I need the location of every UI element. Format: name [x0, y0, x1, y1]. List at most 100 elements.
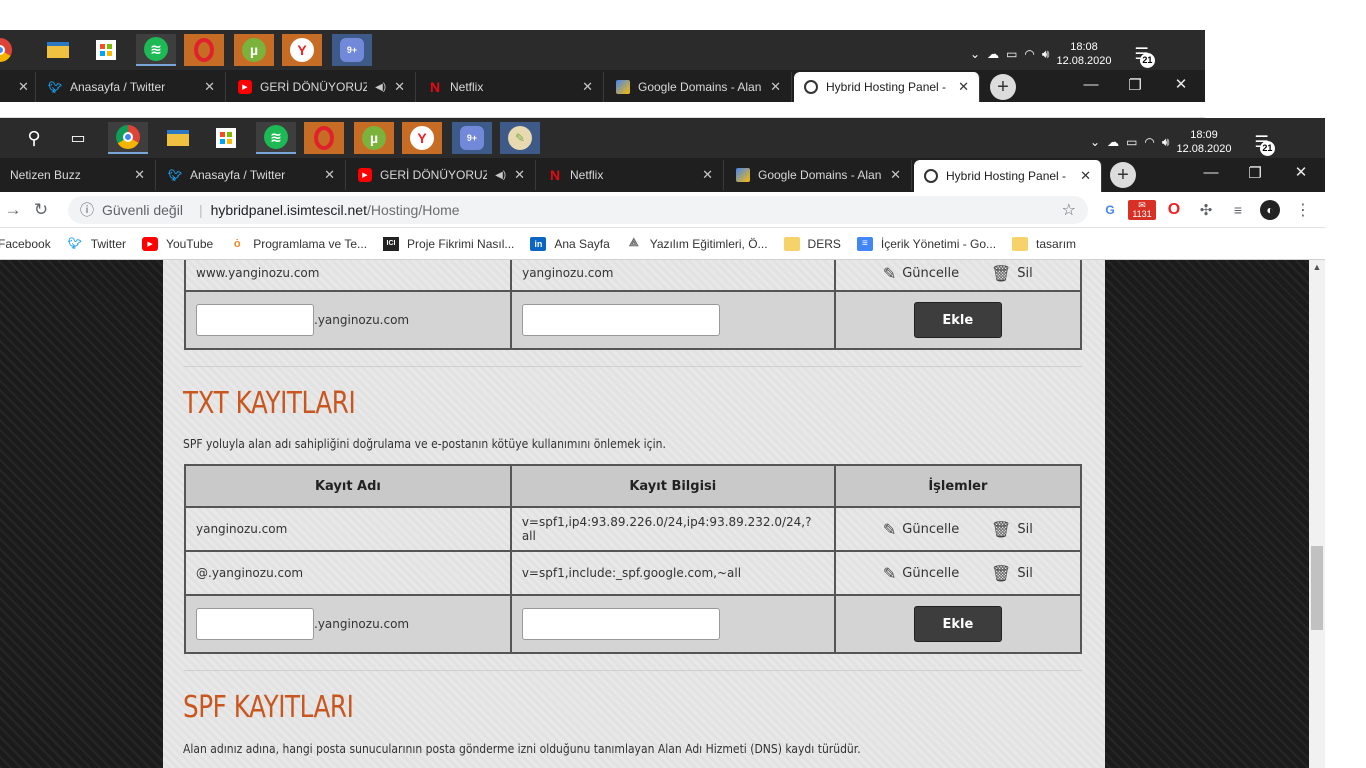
tab-youtube[interactable]: ▶ GERİ DÖNÜYORUZ! ◀) ✕: [348, 160, 536, 190]
bookmark-youtube[interactable]: ▶ YouTube: [142, 236, 213, 251]
close-icon[interactable]: ✕: [18, 79, 29, 95]
minimize-button[interactable]: —: [1068, 76, 1114, 93]
audio-icon[interactable]: ◀): [375, 82, 386, 93]
battery-icon[interactable]: ▭: [1006, 47, 1017, 61]
onedrive-icon[interactable]: ☁: [1107, 135, 1119, 149]
tab-twitter[interactable]: 🐦︎ Anasayfa / Twitter ✕: [158, 160, 346, 190]
new-tab-button[interactable]: +: [990, 74, 1016, 100]
discord-taskbar-icon[interactable]: 9+: [332, 34, 372, 66]
update-button[interactable]: ✎ Güncelle: [883, 520, 959, 539]
back-tab-partial[interactable]: ✕: [0, 72, 36, 102]
bookmark-folder-ders[interactable]: DERS: [783, 236, 841, 251]
opera-extension-icon[interactable]: O: [1164, 200, 1184, 220]
close-icon[interactable]: ✕: [890, 167, 901, 183]
wifi-icon[interactable]: ◠: [1024, 47, 1034, 61]
back-tab-google-domains[interactable]: Google Domains - Alan ✕: [606, 72, 792, 102]
back-tab-twitter[interactable]: 🐦︎ Anasayfa / Twitter ✕: [38, 72, 226, 102]
utorrent-taskbar-icon[interactable]: µ: [234, 34, 274, 66]
bookmark-twitter[interactable]: 🐦︎ Twitter: [67, 237, 126, 251]
add-button[interactable]: Ekle: [913, 302, 1002, 338]
bookmark-programlama[interactable]: ȯ Programlama ve Te...: [229, 237, 367, 251]
chrome-taskbar-icon[interactable]: [0, 34, 20, 66]
opera-taskbar-icon[interactable]: [184, 34, 224, 66]
delete-button[interactable]: 🗑︎ Sil: [991, 520, 1033, 539]
new-tab-button[interactable]: +: [1110, 162, 1136, 188]
tab-netflix[interactable]: N Netflix ✕: [538, 160, 724, 190]
discord-taskbar-icon[interactable]: 9+: [452, 122, 492, 154]
value-input[interactable]: [521, 608, 720, 640]
extensions-puzzle-icon[interactable]: ✣: [1196, 200, 1216, 220]
close-icon[interactable]: ✕: [1080, 168, 1091, 184]
store-taskbar-icon[interactable]: [86, 34, 126, 66]
bookmark-star-icon[interactable]: ☆: [1062, 200, 1076, 220]
back-tab-netflix[interactable]: N Netflix ✕: [418, 72, 604, 102]
subdomain-input[interactable]: [196, 304, 314, 336]
chevron-up-icon[interactable]: ⌄: [970, 47, 980, 61]
bookmark-folder-tasarim[interactable]: tasarım: [1012, 236, 1076, 251]
volume-icon[interactable]: 🔊︎: [1162, 135, 1170, 150]
onedrive-icon[interactable]: ☁: [987, 47, 999, 61]
bookmark-facebook[interactable]: Facebook: [0, 237, 51, 251]
vertical-scrollbar[interactable]: [1309, 260, 1325, 768]
audio-icon[interactable]: ◀): [495, 170, 506, 181]
action-center-icon[interactable]: ☰21: [1135, 44, 1155, 68]
opera-taskbar-icon[interactable]: [304, 122, 344, 154]
url-bar[interactable]: ⓘ Güvenli değil | hybridpanel.isimtescil…: [68, 196, 1088, 224]
scrollbar-thumb[interactable]: [1311, 546, 1323, 630]
subdomain-input[interactable]: [196, 608, 314, 640]
search-icon[interactable]: ⚲: [14, 122, 54, 154]
back-tab-hybrid[interactable]: Hybrid Hosting Panel - ✕: [794, 72, 980, 102]
translate-extension-icon[interactable]: G: [1100, 200, 1120, 220]
tab-netizen-buzz[interactable]: Netizen Buzz ✕: [0, 160, 156, 190]
value-input[interactable]: [522, 304, 721, 336]
utorrent-taskbar-icon[interactable]: µ: [354, 122, 394, 154]
bookmark-yazilim[interactable]: ⟁ Yazılım Eğitimleri, Ö...: [626, 237, 768, 251]
security-label[interactable]: Güvenli değil: [102, 202, 183, 218]
chevron-up-icon[interactable]: ⌄: [1090, 135, 1100, 149]
spotify-taskbar-icon[interactable]: ≋: [256, 122, 296, 154]
bookmark-icerik-yonetimi[interactable]: ≡ İçerik Yönetimi - Go...: [856, 236, 996, 251]
scroll-up-arrow-icon[interactable]: ▲: [1311, 262, 1323, 274]
mail-extension-icon[interactable]: ✉ 1131: [1128, 200, 1156, 220]
close-icon[interactable]: ✕: [514, 167, 525, 183]
volume-icon[interactable]: 🔊︎: [1042, 47, 1050, 62]
update-button[interactable]: ✎ Güncelle: [883, 264, 959, 283]
file-explorer-taskbar-icon[interactable]: [158, 122, 198, 154]
add-button[interactable]: Ekle: [913, 606, 1002, 642]
paint-taskbar-icon[interactable]: ✎: [500, 122, 540, 154]
close-icon[interactable]: ✕: [134, 167, 145, 183]
bookmark-ana-sayfa[interactable]: in Ana Sayfa: [530, 236, 610, 251]
close-window-button[interactable]: ✕: [1278, 163, 1324, 181]
wifi-icon[interactable]: ◠: [1144, 135, 1154, 149]
tab-hybrid-hosting[interactable]: Hybrid Hosting Panel - ✕: [914, 160, 1102, 192]
minimize-button[interactable]: —: [1188, 164, 1234, 181]
close-icon[interactable]: ✕: [394, 79, 405, 95]
close-icon[interactable]: ✕: [324, 167, 335, 183]
store-taskbar-icon[interactable]: [206, 122, 246, 154]
task-view-icon[interactable]: ▭: [58, 122, 98, 154]
yandex-taskbar-icon[interactable]: Y: [282, 34, 322, 66]
spotify-taskbar-icon[interactable]: ≋: [136, 34, 176, 66]
restore-button[interactable]: ❐: [1232, 164, 1278, 182]
media-control-icon[interactable]: ≡: [1228, 200, 1248, 220]
chrome-taskbar-icon[interactable]: [108, 122, 148, 154]
bookmark-proje-fikrimi[interactable]: ICI Proje Fikrimi Nasıl...: [383, 236, 514, 251]
avatar[interactable]: ◐: [1260, 200, 1280, 220]
restore-button[interactable]: ❐: [1112, 76, 1158, 94]
close-icon[interactable]: ✕: [958, 79, 969, 95]
back-arrow-icon[interactable]: →: [0, 200, 26, 220]
back-clock[interactable]: 18:08 12.08.2020: [1056, 40, 1111, 68]
close-window-button[interactable]: ✕: [1158, 75, 1204, 93]
menu-kebab-icon[interactable]: ⋮: [1293, 200, 1313, 220]
close-icon[interactable]: ✕: [204, 79, 215, 95]
close-icon[interactable]: ✕: [702, 167, 713, 183]
delete-button[interactable]: 🗑︎ Sil: [991, 264, 1033, 283]
update-button[interactable]: ✎ Güncelle: [883, 564, 959, 583]
close-icon[interactable]: ✕: [582, 79, 593, 95]
info-icon[interactable]: ⓘ: [80, 200, 94, 220]
delete-button[interactable]: 🗑︎ Sil: [991, 564, 1033, 583]
action-center-icon[interactable]: ☰21: [1255, 132, 1275, 156]
front-clock[interactable]: 18:09 12.08.2020: [1176, 128, 1231, 156]
battery-icon[interactable]: ▭: [1126, 135, 1137, 149]
file-explorer-taskbar-icon[interactable]: [38, 34, 78, 66]
